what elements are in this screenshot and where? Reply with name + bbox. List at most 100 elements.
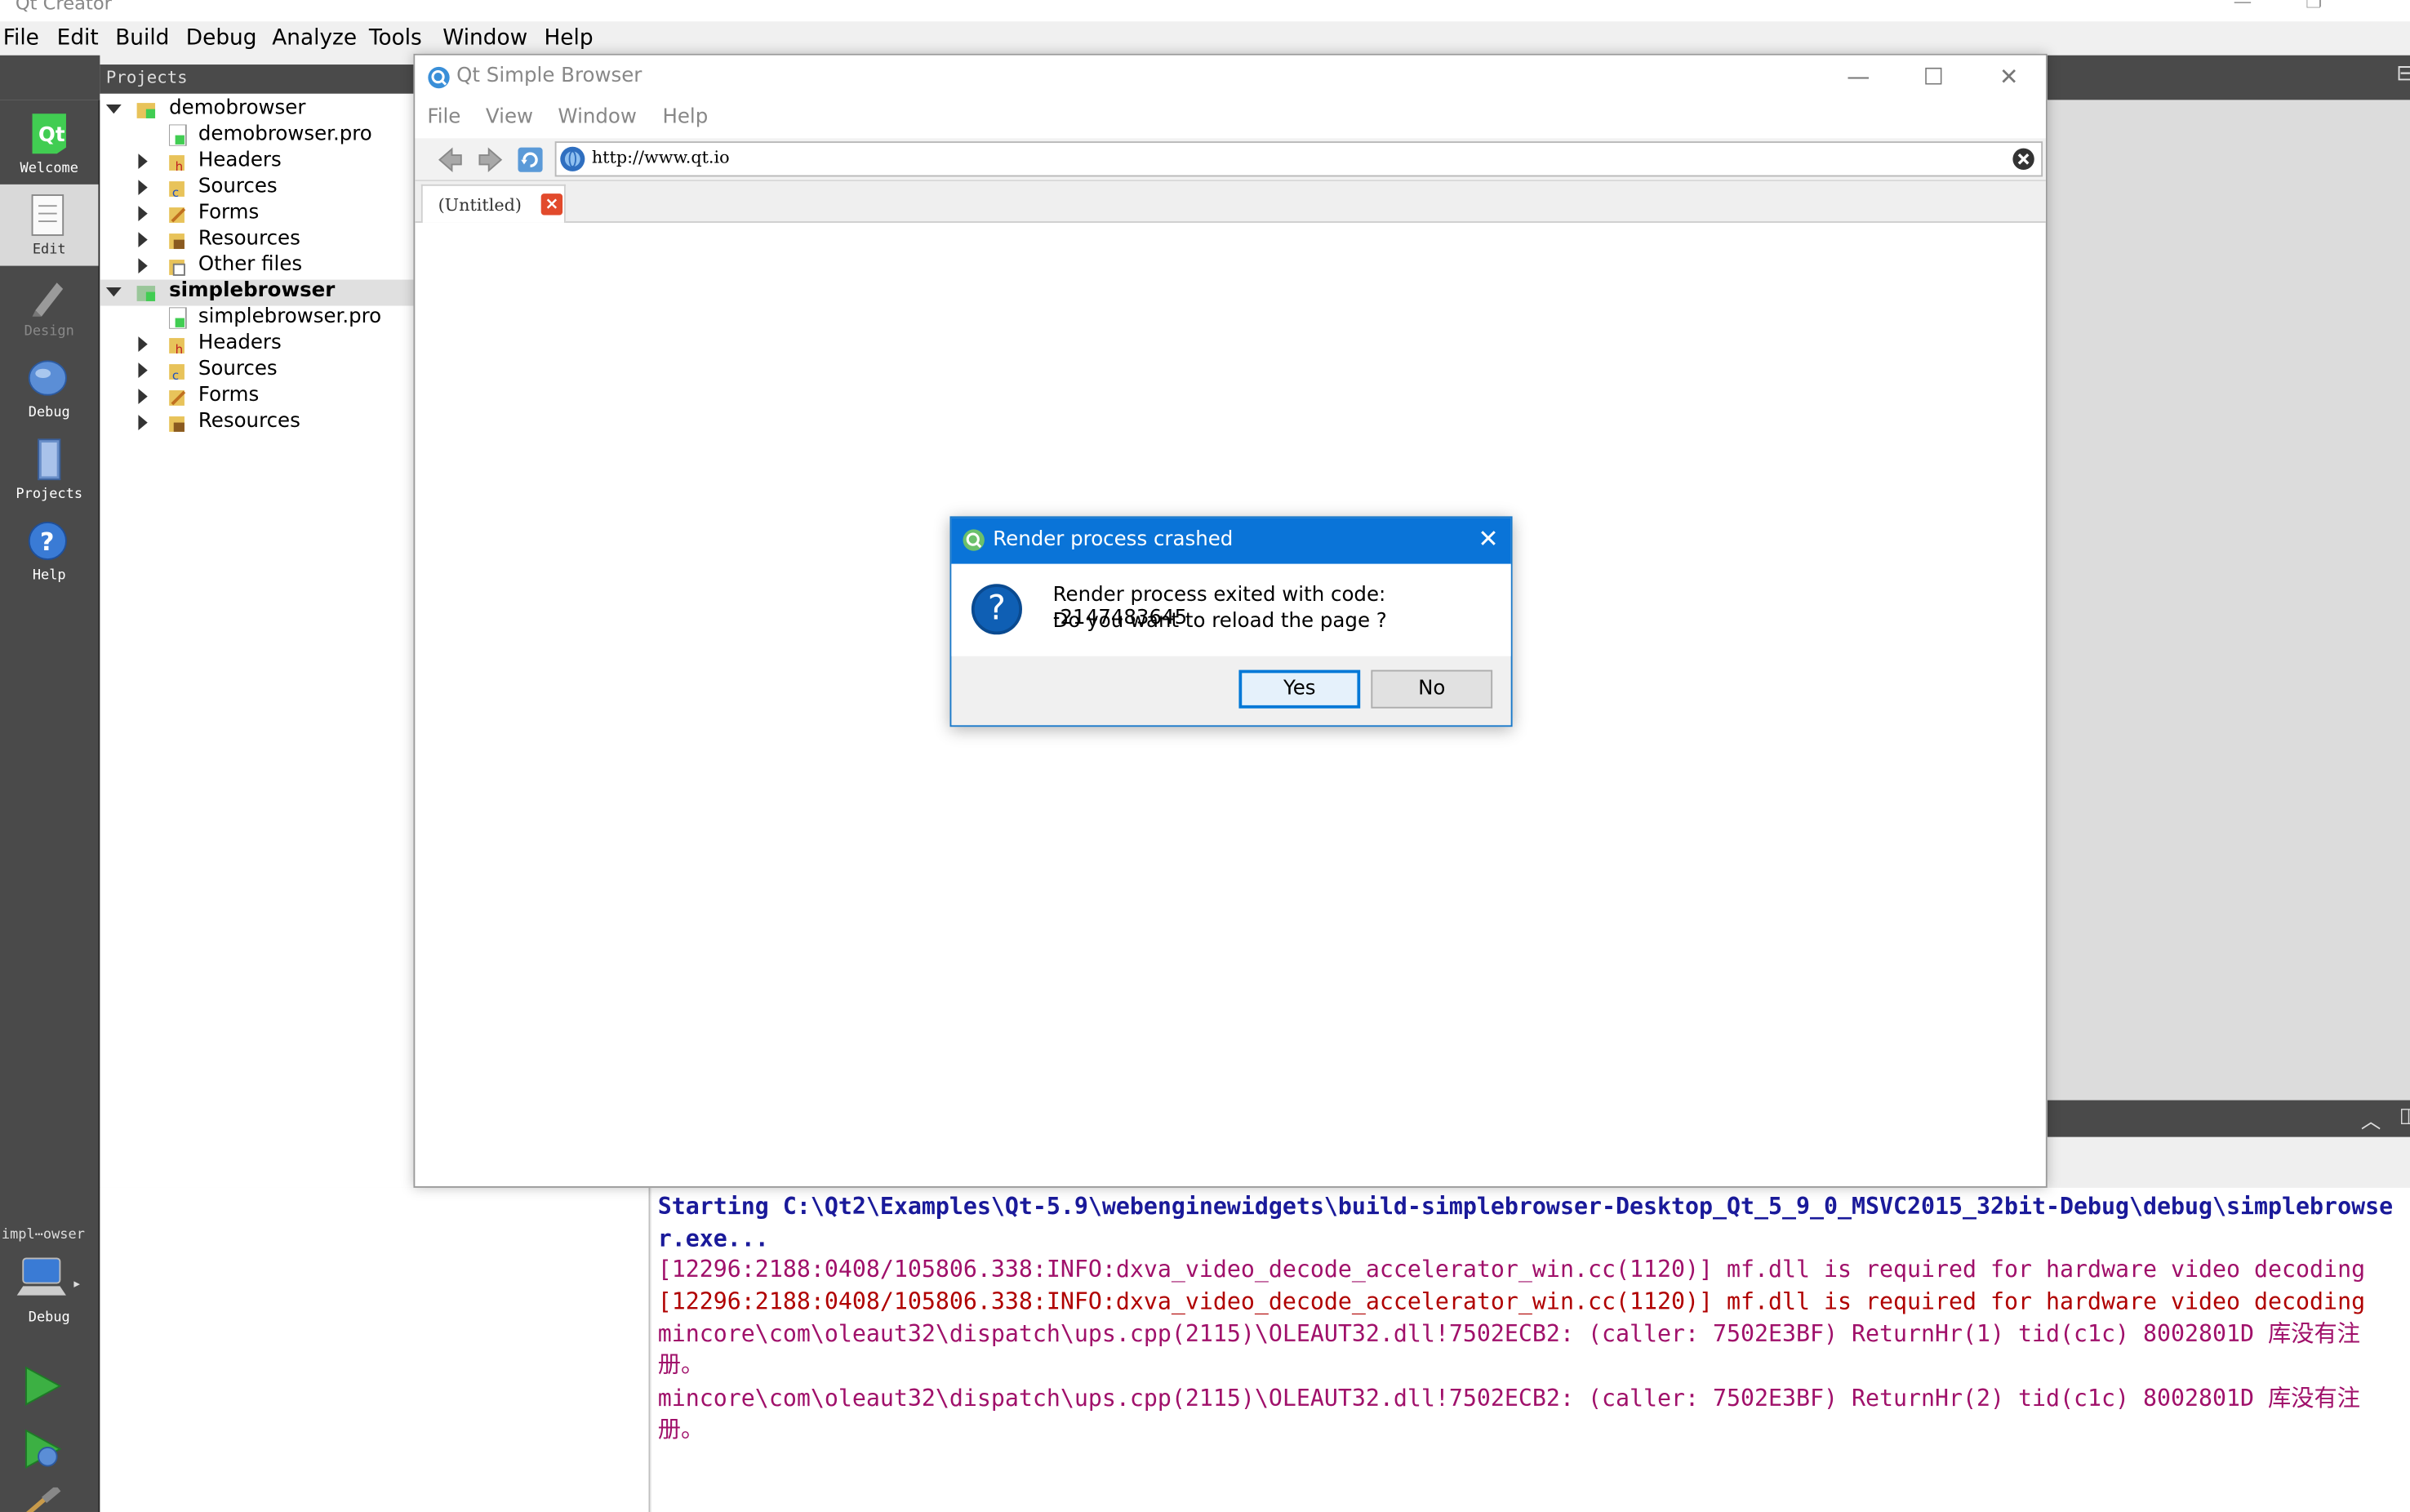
application-output[interactable]: Starting C:\Qt2\Examples\Qt-5.9\webengin…: [651, 1187, 2410, 1512]
browser-tab[interactable]: (Untitled) ×: [420, 184, 566, 223]
pro-file-icon: [169, 307, 187, 329]
menu-debug[interactable]: Debug: [186, 26, 257, 51]
menu-edit[interactable]: Edit: [57, 26, 99, 51]
tree-folder-sources[interactable]: c Sources: [100, 176, 413, 202]
tree-label: Sources: [198, 175, 278, 198]
menu-analyze[interactable]: Analyze: [272, 26, 357, 51]
tree-folder-sources[interactable]: c Sources: [100, 358, 413, 385]
mode-edit[interactable]: Edit: [0, 184, 99, 266]
forms-icon: [169, 390, 186, 406]
browser-tab-bar: (Untitled) ×: [415, 181, 2046, 223]
expand-arrow-icon[interactable]: [138, 258, 148, 274]
browser-menu-file[interactable]: File: [427, 106, 460, 129]
mode-debug[interactable]: Debug: [0, 347, 98, 429]
tree-folder-resources[interactable]: Resources: [100, 228, 413, 254]
minimize-icon[interactable]: —: [2234, 0, 2252, 12]
reload-icon[interactable]: [517, 146, 545, 174]
tree-label: Other files: [198, 253, 303, 277]
tree-file-demobrowser-pro[interactable]: demobrowser.pro: [100, 123, 413, 149]
output-line: [12296:2188:0408/105806.338:INFO:dxva_vi…: [657, 1287, 2366, 1315]
no-button[interactable]: No: [1371, 669, 1493, 709]
close-icon[interactable]: ✕: [1985, 63, 2031, 94]
menu-window[interactable]: Window: [442, 26, 527, 51]
tree-folder-forms[interactable]: Forms: [100, 385, 413, 411]
expand-arrow-icon[interactable]: [138, 153, 148, 170]
kit-selector[interactable]: impl⋯owser ▸ Debug: [0, 1225, 98, 1332]
expand-arrow-icon[interactable]: [138, 362, 148, 378]
tab-close-icon[interactable]: ×: [540, 193, 563, 216]
maximize-pane-icon[interactable]: ◫: [2399, 1105, 2410, 1127]
browser-menu-help[interactable]: Help: [662, 106, 708, 129]
collapse-arrow-icon[interactable]: [105, 104, 122, 114]
menu-file[interactable]: File: [3, 26, 39, 51]
dialog-title-bar: Render process crashed ✕: [951, 518, 1511, 564]
design-pen-icon: [32, 282, 64, 317]
mode-help-label: Help: [32, 568, 66, 585]
run-debug-icon[interactable]: [20, 1427, 63, 1470]
dialog-close-icon[interactable]: ✕: [1478, 524, 1498, 554]
mode-design[interactable]: Design: [0, 266, 98, 348]
build-hammer-icon[interactable]: [20, 1487, 63, 1512]
restore-icon[interactable]: ❐: [2306, 0, 2322, 12]
menu-tools[interactable]: Tools: [369, 26, 422, 51]
projects-pane-header: Projects: [100, 64, 414, 94]
chevron-up-icon[interactable]: ︿: [2361, 1105, 2381, 1134]
tree-project-demobrowser[interactable]: demobrowser: [100, 97, 413, 123]
qt-logo-icon: Qt: [32, 113, 66, 154]
maximize-icon[interactable]: ☐: [1910, 63, 1956, 94]
collapse-arrow-icon[interactable]: [105, 287, 122, 297]
url-bar[interactable]: http://www.qt.io: [554, 141, 2043, 177]
project-tree: demobrowser demobrowser.pro h Headers c …: [100, 93, 414, 1188]
tree-folder-headers[interactable]: h Headers: [100, 332, 413, 358]
other-files-icon: [169, 260, 185, 276]
expand-arrow-icon[interactable]: [138, 389, 148, 404]
expand-arrow-icon[interactable]: [138, 232, 148, 248]
sources-icon: c: [169, 364, 185, 381]
output-line: [12296:2188:0408/105806.338:INFO:dxva_vi…: [657, 1255, 2366, 1283]
forward-arrow-icon[interactable]: [477, 146, 505, 174]
split-icon[interactable]: ⊟: [2396, 61, 2410, 86]
kit-build-mode: Debug: [28, 1310, 70, 1327]
mode-projects-label: Projects: [16, 487, 83, 503]
menu-help[interactable]: Help: [544, 26, 593, 51]
editor-toolbar: ⊟: [2047, 55, 2410, 100]
svg-text:h: h: [176, 159, 184, 172]
tree-folder-other-files[interactable]: Other files: [100, 254, 413, 280]
url-text: http://www.qt.io: [591, 147, 730, 168]
minimize-icon[interactable]: —: [1835, 63, 1881, 94]
tree-folder-headers[interactable]: h Headers: [100, 149, 413, 176]
expand-arrow-icon[interactable]: [138, 180, 148, 196]
globe-icon: [560, 146, 585, 171]
tree-label: Sources: [198, 358, 278, 381]
tree-label: demobrowser: [169, 96, 306, 120]
svg-text:c: c: [172, 185, 179, 198]
expand-arrow-icon[interactable]: [138, 206, 148, 222]
expand-arrow-icon[interactable]: [138, 415, 148, 430]
run-icon[interactable]: [20, 1364, 63, 1407]
browser-menu-window[interactable]: Window: [558, 106, 637, 129]
kit-project-name: impl⋯owser: [1, 1227, 85, 1243]
tree-file-simplebrowser-pro[interactable]: simplebrowser.pro: [100, 306, 413, 332]
tree-folder-resources[interactable]: Resources: [100, 411, 413, 437]
headers-icon: h: [169, 338, 185, 355]
tree-label: Forms: [198, 201, 260, 225]
expand-arrow-icon[interactable]: [138, 336, 148, 353]
tree-label: simplebrowser.pro: [198, 305, 382, 329]
edit-document-icon: [31, 194, 64, 236]
output-line: mincore\com\oleaut32\dispatch\ups.cpp(21…: [657, 1319, 2361, 1379]
tree-folder-forms[interactable]: Forms: [100, 202, 413, 228]
clear-url-icon[interactable]: [2012, 148, 2034, 171]
question-icon: ?: [971, 584, 1022, 635]
monitor-icon: [16, 1257, 66, 1296]
back-arrow-icon[interactable]: [437, 146, 465, 174]
menu-build[interactable]: Build: [115, 26, 169, 51]
yes-button[interactable]: Yes: [1238, 669, 1361, 709]
mode-help[interactable]: ? Help: [0, 510, 98, 592]
mode-welcome[interactable]: Qt Welcome: [0, 103, 98, 185]
tree-label: Resources: [198, 410, 300, 434]
tree-project-simplebrowser[interactable]: simplebrowser: [100, 279, 414, 306]
mode-projects[interactable]: Projects: [0, 429, 98, 510]
browser-menu-view[interactable]: View: [486, 106, 533, 129]
svg-text:h: h: [176, 342, 184, 355]
render-crash-dialog: Render process crashed ✕ ? Render proces…: [949, 516, 1513, 727]
